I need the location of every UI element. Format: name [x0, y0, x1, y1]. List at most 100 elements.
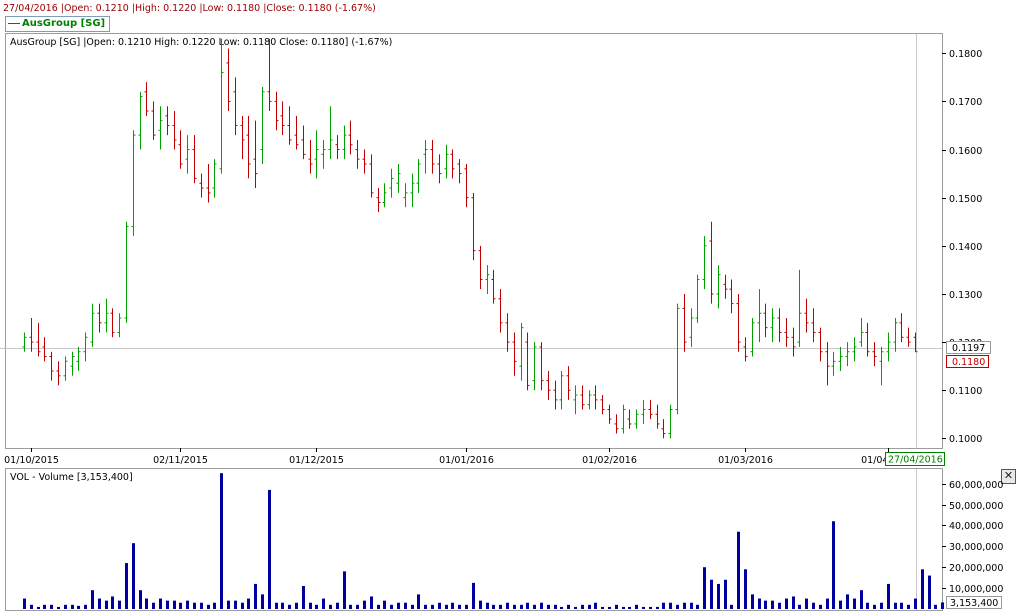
volume-bar	[907, 604, 910, 609]
volume-bar	[581, 604, 584, 609]
volume-bar	[724, 579, 727, 609]
price-tick-label: 0.1300	[949, 290, 982, 301]
volume-bar	[179, 602, 182, 609]
volume-bar	[227, 600, 230, 609]
volume-bar	[64, 604, 67, 609]
volume-bar	[254, 583, 257, 609]
volume-bar	[758, 598, 761, 609]
volume-bar	[730, 604, 733, 609]
volume-bar	[846, 594, 849, 609]
volume-bar	[220, 473, 223, 609]
volume-bar	[540, 602, 543, 609]
volume-tick-label: 40,000,000	[949, 521, 1003, 532]
volume-bar	[247, 598, 250, 609]
volume-bar	[669, 602, 672, 609]
volume-bar	[676, 604, 679, 609]
volume-bar	[934, 604, 937, 609]
volume-bar	[343, 571, 346, 609]
chart-canvas: AusGroup [SG] |Open: 0.1210 High: 0.1220…	[0, 33, 1003, 611]
volume-bar	[43, 604, 46, 609]
volume-bar	[84, 604, 87, 609]
volume-bar	[887, 583, 890, 609]
volume-bar	[921, 569, 924, 609]
volume-bar	[458, 604, 461, 609]
x-tick-label: 01/03/2016	[718, 455, 773, 466]
volume-bar	[383, 600, 386, 609]
volume-bar	[186, 600, 189, 609]
last-date-label: 27/04/2016	[888, 455, 943, 466]
volume-bar	[417, 594, 420, 609]
volume-bar	[356, 604, 359, 609]
volume-bar	[77, 605, 80, 609]
volume-bar	[608, 606, 611, 609]
volume-bar	[173, 600, 176, 609]
volume-bar	[302, 586, 305, 609]
last-price-label: 0.1180	[952, 357, 985, 368]
volume-bar	[125, 563, 128, 609]
volume-tick-label: 10,000,000	[949, 584, 1003, 595]
price-tick-label: 0.1100	[949, 386, 982, 397]
volume-bar	[554, 604, 557, 609]
volume-bar	[880, 602, 883, 609]
volume-tick-label: 50,000,000	[949, 501, 1003, 512]
volume-bar	[132, 543, 135, 609]
price-tick-label: 0.1800	[949, 49, 982, 60]
price-tick-label: 0.1600	[949, 146, 982, 157]
volume-bar	[492, 604, 495, 609]
volume-bar	[601, 606, 604, 609]
volume-bar	[336, 602, 339, 609]
volume-bar	[941, 602, 944, 609]
volume-bar	[533, 604, 536, 609]
volume-bar	[234, 600, 237, 609]
volume-bar	[513, 604, 516, 609]
volume-bar	[370, 596, 373, 609]
last-volume-label: 3,153,400	[950, 598, 998, 609]
volume-bar	[594, 602, 597, 609]
volume-tick-label: 20,000,000	[949, 563, 1003, 574]
volume-bar	[71, 604, 74, 609]
volume-bar	[390, 604, 393, 609]
volume-bar	[281, 602, 284, 609]
volume-bar	[486, 602, 489, 609]
volume-bar	[866, 602, 869, 609]
price-panel-title: AusGroup [SG] |Open: 0.1210 High: 0.1220…	[10, 37, 392, 48]
price-tick-label: 0.1400	[949, 242, 982, 253]
volume-bar	[288, 604, 291, 609]
price-tick-label: 0.1000	[949, 434, 982, 445]
volume-bar	[744, 569, 747, 609]
volume-bar	[717, 583, 720, 609]
volume-bar	[465, 604, 468, 609]
volume-bar	[349, 604, 352, 609]
volume-bar	[424, 604, 427, 609]
volume-bar	[479, 600, 482, 609]
volume-bar	[438, 602, 441, 609]
volume-bar	[798, 604, 801, 609]
volume-bar	[567, 604, 570, 609]
volume-bar	[159, 598, 162, 609]
volume-bar	[152, 602, 155, 609]
volume-bar	[683, 602, 686, 609]
volume-tick-label: 30,000,000	[949, 542, 1003, 553]
volume-bar	[322, 598, 325, 609]
volume-bar	[111, 596, 114, 609]
volume-bar	[860, 590, 863, 609]
volume-bar	[785, 598, 788, 609]
price-tick-label: 0.1700	[949, 97, 982, 108]
volume-bar	[764, 600, 767, 609]
volume-bar	[805, 598, 808, 609]
volume-bar	[588, 604, 591, 609]
volume-bar	[411, 604, 414, 609]
crosshair-price-label: 0.1197	[952, 343, 985, 354]
volume-bar	[826, 598, 829, 609]
volume-bar	[23, 598, 26, 609]
volume-bar	[404, 602, 407, 609]
volume-bar	[145, 598, 148, 609]
volume-bar	[98, 598, 101, 609]
volume-bar	[275, 602, 278, 609]
volume-bar	[50, 604, 53, 609]
volume-bar	[792, 596, 795, 609]
volume-bar	[241, 602, 244, 609]
volume-bar	[873, 604, 876, 609]
volume-bar	[894, 602, 897, 609]
volume-bar	[261, 594, 264, 609]
